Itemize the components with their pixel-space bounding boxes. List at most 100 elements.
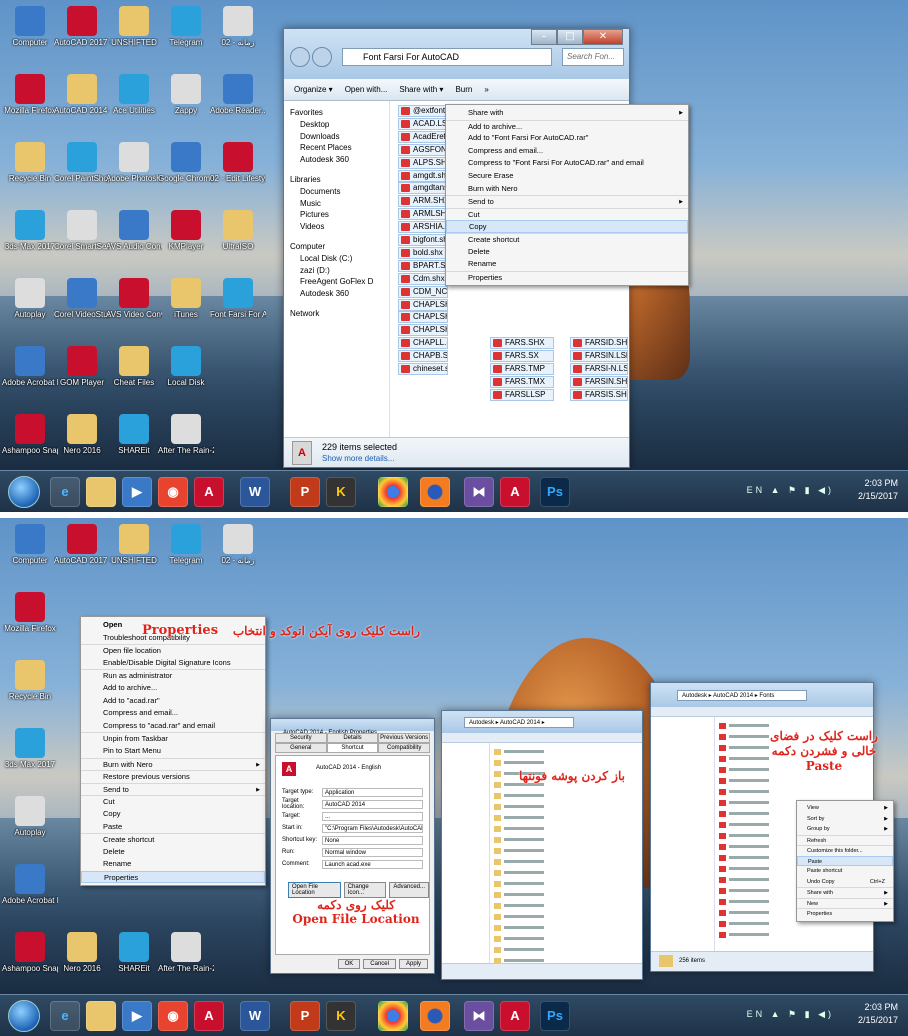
desktop-icon[interactable]: Adobe Acrobat DC xyxy=(2,346,58,388)
autocad2-taskbar-icon[interactable]: A xyxy=(500,1001,530,1031)
file-item[interactable]: CHAPB.SHX xyxy=(398,350,448,363)
nav-group-header[interactable]: Computer xyxy=(288,241,385,253)
desktop-icon[interactable]: Recycle Bin xyxy=(2,660,58,702)
desktop-icon[interactable]: Adobe Acrobat DC xyxy=(2,864,58,906)
menu-item[interactable]: Pin to Start Menu xyxy=(81,745,265,758)
properties-tab[interactable]: Shortcut xyxy=(326,743,379,753)
menu-item[interactable]: Burn with Nero xyxy=(446,183,688,196)
toolbar-button[interactable]: Open with... xyxy=(345,85,388,94)
menu-item[interactable]: Add to archive... xyxy=(81,682,265,695)
menu-item[interactable]: Paste xyxy=(797,855,893,866)
media-taskbar-icon[interactable]: ▶ xyxy=(122,477,152,507)
nav-item[interactable]: Local Disk (C:) xyxy=(288,253,385,265)
menu-item[interactable]: Compress to "acad.rar" and email xyxy=(81,720,265,733)
properties-tab[interactable]: Compatibility xyxy=(378,743,431,753)
desktop-icon[interactable]: Recycle Bin xyxy=(2,142,58,184)
desktop-icon[interactable]: Computer xyxy=(2,524,58,566)
file-item[interactable] xyxy=(719,776,813,785)
desktop-icon[interactable]: AVS Video Converter xyxy=(106,278,162,320)
menu-item[interactable]: View xyxy=(797,803,893,814)
properties-tab[interactable]: Security xyxy=(275,733,327,743)
file-item[interactable]: ALPS.SHX xyxy=(398,156,448,169)
menu-item[interactable]: Send to xyxy=(81,782,265,796)
desktop-icon[interactable]: AutoCAD 2014 - E... xyxy=(54,74,110,116)
file-item[interactable] xyxy=(494,901,638,910)
menu-item[interactable]: Unpin from Taskbar xyxy=(81,732,265,745)
word-taskbar-icon[interactable]: W xyxy=(240,1001,270,1031)
explorer-taskbar-icon[interactable] xyxy=(86,1001,116,1031)
property-value[interactable]: "C:\Program Files\Autodesk\AutoCAD 2014\… xyxy=(322,823,423,833)
desktop-icon[interactable]: GOM Player xyxy=(54,346,110,388)
desktop-icon[interactable]: Local Disk xyxy=(158,346,214,388)
close-button[interactable]: ✕ xyxy=(583,29,623,45)
file-item[interactable]: FARSID.SHX xyxy=(570,337,628,349)
desktop-icon[interactable]: Autoplay xyxy=(2,796,58,838)
firefox-taskbar-icon[interactable] xyxy=(420,1001,450,1031)
property-value[interactable]: Application xyxy=(322,787,423,797)
file-item[interactable]: @extfont2.shx xyxy=(398,105,448,117)
media-player-taskbar-icon[interactable]: ⧓ xyxy=(464,477,494,507)
desktop-icon[interactable]: KMPlayer xyxy=(158,210,214,252)
cancel-button[interactable]: Cancel xyxy=(363,959,396,969)
properties-tab[interactable]: General xyxy=(275,743,327,753)
desktop-icon[interactable]: After The Rain-20161... xyxy=(158,932,214,974)
menu-item[interactable]: Share with xyxy=(797,887,893,898)
menu-item[interactable]: Restore previous versions xyxy=(81,770,265,783)
powerpoint-taskbar-icon[interactable]: P xyxy=(290,1001,320,1031)
file-item[interactable] xyxy=(494,923,638,932)
file-item[interactable] xyxy=(494,868,638,877)
properties-dialog[interactable]: AutoCAD 2014 - English Properties Securi… xyxy=(270,718,435,974)
menu-item[interactable]: Add to "acad.rar" xyxy=(81,695,265,708)
start-button[interactable] xyxy=(8,1000,40,1032)
file-item[interactable]: CHAPLSHX xyxy=(398,324,448,337)
menu-item[interactable]: Cut xyxy=(446,207,688,221)
menu-item[interactable]: Compress and email... xyxy=(446,145,688,158)
file-item[interactable]: CHAPLSHX xyxy=(398,311,448,324)
chrome-taskbar-icon[interactable] xyxy=(378,477,408,507)
file-item[interactable]: bigfont.shx xyxy=(398,234,448,246)
toolbar-button[interactable]: » xyxy=(484,85,488,94)
desktop-icon[interactable]: Nero 2016 xyxy=(54,414,110,456)
file-item[interactable]: chineset.shx xyxy=(398,363,448,375)
menu-item[interactable]: Open file location xyxy=(81,644,265,657)
menu-item[interactable]: Delete xyxy=(446,246,688,259)
file-item[interactable] xyxy=(494,912,638,921)
desktop-icon[interactable]: After The Rain-20161... xyxy=(158,414,214,456)
menu-item[interactable]: Run as administrator xyxy=(81,669,265,682)
toolbar-button[interactable]: Organize ▾ xyxy=(294,85,333,94)
properties-tab[interactable]: Details xyxy=(326,733,379,743)
file-item[interactable]: BPART.SHX xyxy=(398,259,448,272)
file-item[interactable]: FARS.TMP xyxy=(490,362,554,375)
property-button[interactable]: Advanced... xyxy=(389,882,429,898)
file-item[interactable] xyxy=(494,879,638,888)
search-input[interactable]: Search Fon... xyxy=(562,48,624,66)
desktop-icon[interactable]: Adobe Photosho... xyxy=(106,142,162,184)
toolbar-button[interactable]: Burn xyxy=(455,85,472,94)
desktop-icon[interactable]: 3ds Max 2017 xyxy=(2,728,58,770)
file-item[interactable] xyxy=(494,835,638,844)
file-item[interactable]: Cdm.shx xyxy=(398,272,448,285)
ok-button[interactable]: OK xyxy=(337,959,361,969)
autocad2-taskbar-icon[interactable]: A xyxy=(500,477,530,507)
menu-item[interactable]: Create shortcut xyxy=(446,232,688,246)
desktop-icon[interactable]: Ashampoo Snap 9 xyxy=(2,414,58,456)
desktop-icon[interactable]: Corel PaintShop... xyxy=(54,142,110,184)
desktop-icon[interactable]: Computer xyxy=(2,6,58,48)
start-button[interactable] xyxy=(8,476,40,508)
properties-tab[interactable]: Previous Versions xyxy=(378,733,431,743)
desktop-icon[interactable]: Corel VideoStud... xyxy=(54,278,110,320)
nav-group-header[interactable]: Network xyxy=(288,308,385,320)
desktop-icon[interactable]: Mozilla Firefox xyxy=(2,592,58,634)
open-file-location-button[interactable]: Open File Location xyxy=(288,882,341,898)
gom-taskbar-icon[interactable]: ◉ xyxy=(158,477,188,507)
file-item[interactable]: FARS.SHX xyxy=(490,337,554,349)
menu-item[interactable]: Share with xyxy=(446,107,688,120)
desktop-icon[interactable]: UltraISO xyxy=(210,210,266,252)
desktop-icon[interactable]: Mozilla Firefox xyxy=(2,74,58,116)
nav-item[interactable]: Documents xyxy=(288,186,385,198)
file-item[interactable] xyxy=(494,813,638,822)
menu-item[interactable]: Add to archive... xyxy=(446,119,688,133)
desktop-icon[interactable]: Corel SmartSe... xyxy=(54,210,110,252)
desktop-icon[interactable]: Ashampoo Snap 9 xyxy=(2,932,58,974)
firefox-taskbar-icon[interactable] xyxy=(420,477,450,507)
